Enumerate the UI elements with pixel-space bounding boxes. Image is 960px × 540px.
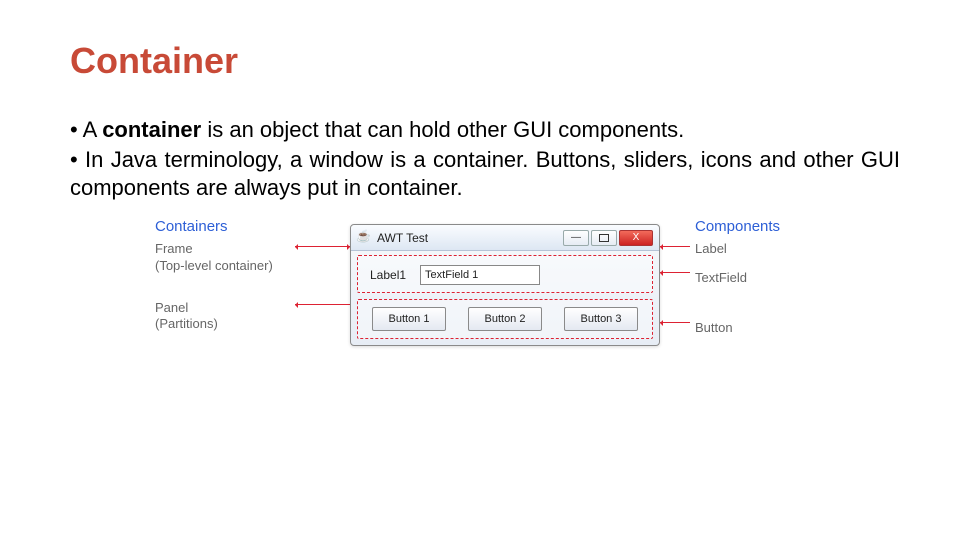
window-buttons: — X — [563, 230, 653, 246]
containers-header: Containers — [155, 218, 315, 235]
frame-sublabel: (Top-level container) — [155, 258, 315, 274]
arrow-panel — [295, 304, 355, 305]
window-title: AWT Test — [377, 231, 557, 245]
arrow-textfield — [660, 272, 690, 273]
slide-title: Container — [70, 40, 900, 82]
bullet-text: A — [83, 117, 103, 142]
label-1: Label1 — [370, 268, 406, 282]
button-3[interactable]: Button 3 — [564, 307, 638, 331]
bullet-bold: container — [102, 117, 201, 142]
arrow-label — [660, 246, 690, 247]
minimize-button[interactable]: — — [563, 230, 589, 246]
restore-button[interactable] — [591, 230, 617, 246]
frame-label: Frame — [155, 241, 315, 257]
titlebar: AWT Test — X — [351, 225, 659, 251]
window-frame: AWT Test — X Label1 Button 1 Button 2 Bu… — [350, 224, 660, 346]
java-icon — [357, 231, 371, 245]
panel-2: Button 1 Button 2 Button 3 — [357, 299, 653, 339]
diagram: Containers Frame (Top-level container) P… — [155, 218, 815, 408]
button-2[interactable]: Button 2 — [468, 307, 542, 331]
bullet-list: • A container is an object that can hold… — [70, 116, 900, 202]
left-annotations: Containers Frame (Top-level container) P… — [155, 218, 315, 332]
bullet-item: • In Java terminology, a window is a con… — [70, 146, 900, 202]
close-button[interactable]: X — [619, 230, 653, 246]
bullet-text: is an object that can hold other GUI com… — [201, 117, 684, 142]
textfield-1[interactable] — [420, 265, 540, 285]
button-annotation: Button — [695, 320, 815, 336]
arrow-button — [660, 322, 690, 323]
panel-1: Label1 — [357, 255, 653, 293]
panel-sublabel: (Partitions) — [155, 316, 315, 332]
client-area: Label1 Button 1 Button 2 Button 3 — [351, 251, 659, 343]
label-annotation: Label — [695, 241, 815, 257]
bullet-item: • A container is an object that can hold… — [70, 116, 900, 144]
slide: Container • A container is an object tha… — [0, 0, 960, 428]
textfield-annotation: TextField — [695, 270, 815, 286]
right-annotations: Components Label TextField Button — [695, 218, 815, 336]
arrow-frame — [295, 246, 350, 247]
bullet-text: In Java terminology, a window is a conta… — [70, 147, 900, 200]
button-1[interactable]: Button 1 — [372, 307, 446, 331]
panel-label: Panel — [155, 300, 315, 316]
components-header: Components — [695, 218, 815, 235]
